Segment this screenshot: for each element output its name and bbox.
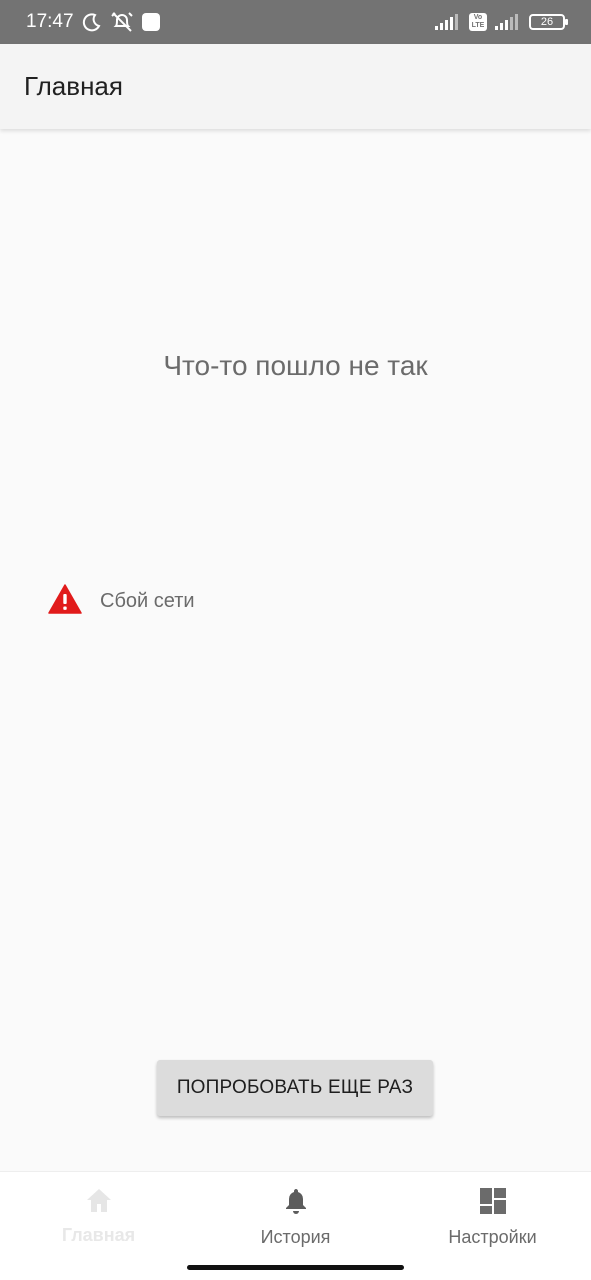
signal-icon — [495, 14, 521, 30]
battery-icon: 26 — [529, 14, 568, 30]
warning-icon — [48, 584, 82, 619]
moon-icon — [82, 12, 102, 32]
signal-icon — [435, 14, 461, 30]
status-right: Vo LTE 26 — [435, 13, 568, 31]
status-bar: 17:47 Vo LTE 26 — [0, 0, 591, 44]
alarm-off-icon — [110, 11, 134, 33]
bottom-nav: Главная История Настройки — [0, 1171, 591, 1280]
volte-line-1: Vo — [473, 14, 483, 21]
square-icon — [141, 13, 160, 31]
home-icon — [84, 1186, 114, 1219]
volte-line-2: LTE — [471, 22, 485, 29]
status-left: 17:47 — [26, 11, 160, 33]
page-title: Главная — [24, 71, 123, 101]
nav-item-settings[interactable]: Настройки — [394, 1172, 591, 1280]
dashboard-icon — [478, 1186, 508, 1221]
error-row: Сбой сети — [48, 584, 195, 619]
nav-item-history[interactable]: История — [197, 1172, 394, 1280]
status-time: 17:47 — [26, 11, 74, 32]
error-title: Что-то пошло не так — [163, 350, 428, 381]
error-message: Сбой сети — [100, 590, 195, 612]
nav-label-home: Главная — [61, 1225, 136, 1245]
nav-item-home[interactable]: Главная — [0, 1172, 197, 1280]
bell-icon — [281, 1186, 311, 1221]
app-bar: Главная — [0, 44, 591, 129]
battery-level: 26 — [540, 16, 554, 28]
volte-icon: Vo LTE — [469, 13, 487, 31]
nav-label-settings: Настройки — [448, 1227, 537, 1247]
retry-button[interactable]: ПОПРОБОВАТЬ ЕЩЕ РАЗ — [157, 1060, 433, 1116]
home-indicator[interactable] — [187, 1265, 404, 1270]
nav-label-history: История — [260, 1227, 331, 1247]
